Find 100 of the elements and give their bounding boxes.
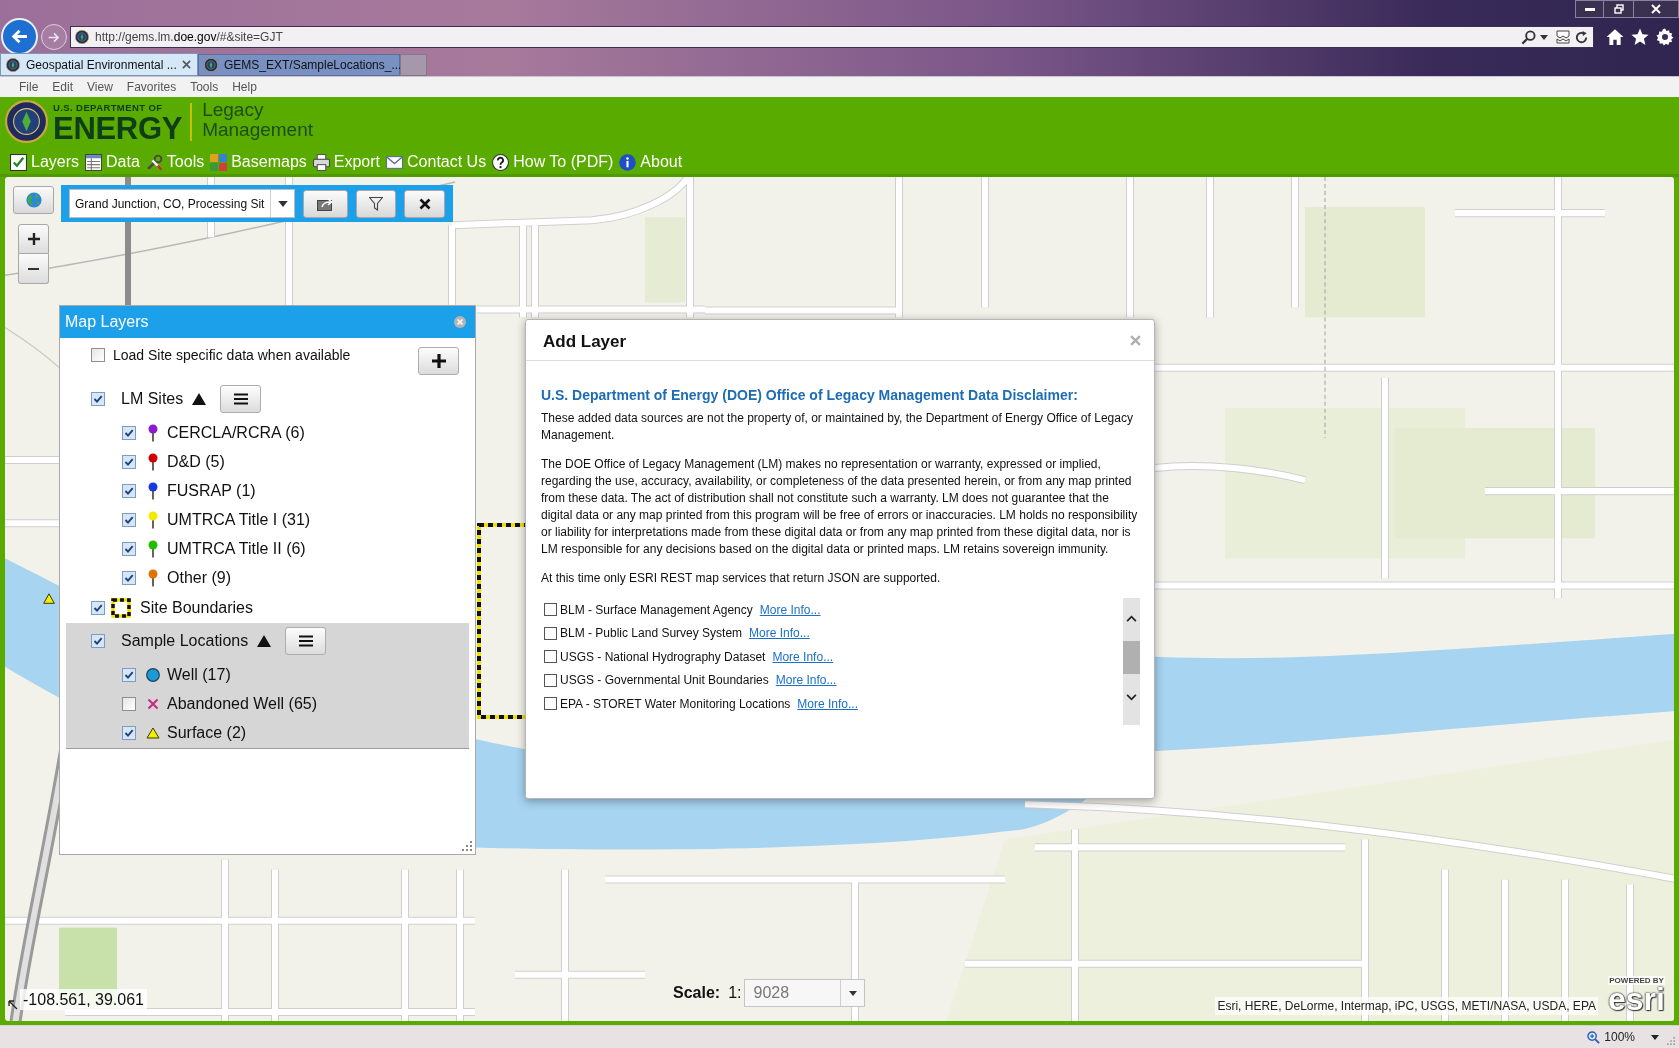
caret-down-icon — [277, 200, 288, 207]
home-icon[interactable] — [1606, 28, 1624, 46]
clear-button[interactable] — [404, 189, 445, 218]
checkbox[interactable] — [122, 725, 136, 740]
menu-item[interactable]: View — [80, 78, 120, 96]
nav-link[interactable]: Tools — [145, 150, 205, 174]
nav-link[interactable]: Contact Us — [386, 150, 487, 174]
layer-name: Abandoned Well (65) — [167, 693, 318, 714]
checkbox[interactable] — [122, 483, 136, 498]
checkbox[interactable] — [544, 626, 557, 640]
checkbox[interactable] — [122, 454, 136, 469]
caret-down-icon — [1651, 1034, 1659, 1040]
filter-icon — [369, 196, 383, 211]
nav-link[interactable]: Layers — [10, 150, 80, 174]
checkbox[interactable] — [122, 570, 136, 585]
panel-title: Map Layers — [65, 312, 149, 332]
layer-name: UMTRCA Title I (31) — [167, 509, 311, 530]
coordinates-text: -108.561, 39.061 — [20, 989, 147, 1010]
checkbox[interactable] — [544, 673, 557, 687]
nav-link[interactable]: How To (PDF) — [492, 150, 614, 174]
checkbox[interactable] — [544, 603, 557, 617]
checkbox[interactable] — [91, 392, 105, 406]
nav-link[interactable]: Basemaps — [210, 150, 307, 174]
menu-item[interactable]: Help — [225, 78, 264, 96]
more-info-link[interactable]: More Info... — [749, 624, 810, 643]
checkbox[interactable] — [91, 601, 105, 615]
refresh-icon[interactable] — [1574, 29, 1589, 45]
menu-item[interactable]: Tools — [183, 78, 226, 96]
menu-item[interactable]: Edit — [45, 78, 81, 96]
window-close-button[interactable] — [1633, 0, 1679, 18]
more-info-link[interactable]: More Info... — [775, 671, 837, 690]
checkbox-label: Load Site specific data when available — [113, 347, 351, 363]
plus-icon — [27, 233, 40, 245]
caret-down-icon[interactable] — [1540, 34, 1548, 40]
close-icon — [1651, 4, 1661, 14]
service-name: USGS - National Hydrography Dataset — [560, 648, 766, 666]
menu-icon — [233, 393, 248, 405]
printer-icon — [312, 153, 330, 171]
checkbox[interactable] — [122, 541, 136, 556]
service-name: BLM - Surface Management Agency — [560, 601, 753, 619]
colored-grid-icon — [210, 153, 228, 171]
restore-button[interactable] — [1604, 0, 1633, 18]
search-icon[interactable] — [1521, 29, 1536, 45]
add-layer-button[interactable] — [418, 347, 459, 375]
diagonal-arrow-icon[interactable] — [8, 1000, 18, 1010]
share-button[interactable] — [303, 189, 348, 218]
checkbox[interactable] — [122, 425, 136, 440]
scrollbar-thumb[interactable] — [1123, 641, 1140, 674]
address-bar[interactable]: http://gems.lm.doe.gov/#&site=GJT — [70, 26, 1594, 48]
checkbox[interactable] — [544, 697, 557, 711]
browser-tab[interactable]: Geospatial Environmental ... — [0, 53, 198, 76]
filter-button[interactable] — [356, 189, 396, 218]
close-icon[interactable] — [182, 60, 191, 69]
layer-name: D&D (5) — [167, 451, 225, 472]
star-icon[interactable] — [1631, 28, 1649, 46]
attribution-text: Esri, HERE, DeLorme, Intermap, iPC, USGS, METI/NASA, USDA, EPA — [1215, 997, 1598, 1015]
resize-grip-icon[interactable] — [462, 841, 472, 851]
resize-grip-icon[interactable] — [1667, 1037, 1675, 1045]
browser-tab[interactable]: GEMS_EXT/SampleLocations_... — [198, 54, 400, 76]
nav-link[interactable]: Export — [312, 150, 381, 174]
tools-icon — [145, 153, 163, 171]
close-icon[interactable] — [454, 316, 466, 328]
home-extent-button[interactable] — [13, 186, 54, 214]
layer-menu-button[interactable] — [285, 627, 327, 655]
checkbox[interactable] — [122, 667, 136, 682]
more-info-link[interactable]: More Info... — [797, 694, 859, 713]
checkbox[interactable] — [122, 512, 136, 527]
more-info-link[interactable]: More Info... — [759, 600, 821, 619]
torn-page-icon[interactable] — [1556, 30, 1570, 44]
zoom-out-button[interactable] — [18, 254, 49, 284]
dialog-title: Add Layer — [543, 330, 627, 353]
service-name: USGS - Governmental Unit Boundaries — [560, 672, 769, 690]
nav-link[interactable]: Data — [85, 150, 140, 174]
settings-icon[interactable] — [1656, 28, 1674, 46]
chevron-up-icon[interactable] — [1126, 615, 1137, 622]
nav-link[interactable]: About — [619, 150, 683, 174]
more-info-link[interactable]: More Info... — [772, 647, 834, 666]
layer-name: Well (17) — [167, 664, 231, 685]
minimize-button[interactable] — [1575, 0, 1604, 18]
checkbox[interactable] — [544, 650, 557, 664]
office-name-text: Legacy — [202, 100, 265, 120]
zoom-in-button[interactable] — [18, 224, 49, 254]
scale-select[interactable]: 9028 — [744, 979, 866, 1007]
triangle-up-icon[interactable] — [192, 393, 207, 405]
checkbox[interactable] — [91, 348, 105, 362]
zoom-icon — [1587, 1030, 1601, 1044]
scrollbar[interactable] — [1123, 598, 1140, 725]
site-select[interactable]: Grand Junction, CO, Processing Sit — [69, 189, 295, 218]
seal-icon — [75, 30, 89, 44]
layer-menu-button[interactable] — [220, 385, 262, 413]
triangle-up-icon[interactable] — [257, 635, 272, 647]
menu-item[interactable]: Favorites — [119, 78, 184, 96]
forward-button[interactable] — [41, 24, 67, 50]
chevron-down-icon[interactable] — [1126, 694, 1137, 701]
zoom-level-button[interactable]: 100% — [1587, 1028, 1659, 1046]
back-button[interactable] — [1, 18, 38, 55]
info-icon — [619, 153, 637, 171]
checkbox[interactable] — [122, 696, 136, 711]
checkbox[interactable] — [91, 634, 105, 648]
menu-item[interactable]: File — [12, 78, 46, 96]
